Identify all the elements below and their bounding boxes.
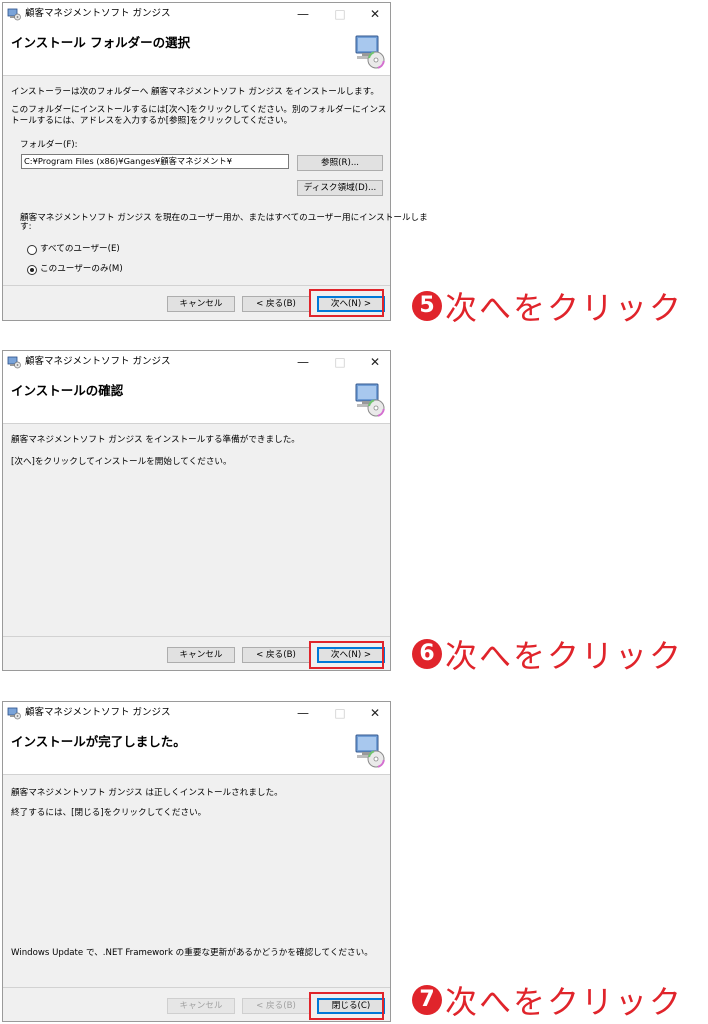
highlight-box: [309, 289, 384, 317]
intro-text: インストーラーは次のフォルダーへ 顧客マネジメントソフト ガンジス をインストー…: [11, 87, 379, 97]
close-window-button[interactable]: ✕: [360, 704, 390, 722]
close-window-button[interactable]: ✕: [360, 353, 390, 371]
back-button[interactable]: < 戻る(B): [242, 647, 310, 663]
title-bar[interactable]: 顧客マネジメントソフト ガンジス — □ ✕: [3, 351, 390, 373]
close-window-button[interactable]: ✕: [360, 5, 390, 23]
radio-this-user-label[interactable]: このユーザーのみ(M): [40, 264, 123, 275]
highlight-box: [309, 641, 384, 669]
step-annotation: 5 次へをクリック: [412, 286, 684, 327]
page-title: インストールの確認: [11, 383, 124, 398]
users-text-1: 顧客マネジメントソフト ガンジス を現在のユーザー用か、またはすべてのユーザー用…: [20, 213, 428, 223]
title-bar[interactable]: 顧客マネジメントソフト ガンジス — □ ✕: [3, 3, 390, 25]
instruction-text-2: トールするには、アドレスを入力するか[参照]をクリックしてください。: [11, 116, 293, 126]
step-annotation: 6 次へをクリック: [412, 634, 684, 675]
installer-window-complete: 顧客マネジメントソフト ガンジス — □ ✕ インストールが完了しました。 顧客…: [2, 701, 391, 1022]
folder-label: フォルダー(F):: [20, 140, 78, 150]
step-number-badge: 5: [412, 291, 442, 321]
step-instruction: 次へをクリック: [445, 983, 684, 1021]
window-title: 顧客マネジメントソフト ガンジス: [25, 356, 171, 367]
radio-all-users-label[interactable]: すべてのユーザー(E): [40, 244, 120, 255]
radio-this-user[interactable]: [27, 265, 37, 275]
installer-app-icon: [7, 707, 21, 720]
maximize-button[interactable]: □: [325, 5, 355, 23]
installer-window-folder: 顧客マネジメントソフト ガンジス — □ ✕ インストール フォルダーの選択 イ…: [2, 2, 428, 321]
installer-app-icon: [7, 8, 21, 21]
footer-divider: [3, 636, 390, 637]
radio-all-users[interactable]: [27, 245, 37, 255]
disk-cost-button[interactable]: ディスク領域(D)...: [297, 180, 383, 196]
dialog-header: インストールが完了しました。: [3, 724, 390, 775]
step-number-badge: 7: [412, 985, 442, 1015]
page-title: インストール フォルダーの選択: [11, 35, 191, 50]
back-button[interactable]: < 戻る(B): [242, 296, 310, 312]
radio-selected-dot: [30, 268, 34, 272]
computer-cd-icon: [355, 734, 385, 768]
instruction-text-1: このフォルダーにインストールするには[次へ]をクリックしてください。別のフォルダ…: [11, 105, 387, 115]
ready-text: 顧客マネジメントソフト ガンジス をインストールする準備ができました。: [11, 435, 300, 445]
step-number-badge: 6: [412, 639, 442, 669]
step-instruction: 次へをクリック: [445, 637, 684, 675]
update-note: Windows Update で、.NET Framework の重要な更新があ…: [11, 948, 373, 958]
window-title: 顧客マネジメントソフト ガンジス: [25, 707, 171, 718]
computer-cd-icon: [355, 35, 385, 69]
instruction-text: 終了するには、[閉じる]をクリックしてください。: [11, 808, 207, 818]
maximize-button[interactable]: □: [325, 704, 355, 722]
minimize-button[interactable]: —: [288, 353, 318, 371]
instruction-text: [次へ]をクリックしてインストールを開始してください。: [11, 457, 232, 467]
back-button[interactable]: < 戻る(B): [242, 998, 310, 1014]
browse-button[interactable]: 参照(R)...: [297, 155, 383, 171]
title-bar[interactable]: 顧客マネジメントソフト ガンジス — □ ✕: [3, 702, 390, 724]
dialog-header: インストール フォルダーの選択: [3, 25, 390, 76]
minimize-button[interactable]: —: [288, 704, 318, 722]
highlight-box: [309, 992, 384, 1020]
step-annotation: 7 次へをクリック: [412, 980, 684, 1021]
cancel-button[interactable]: キャンセル: [167, 998, 235, 1014]
success-text: 顧客マネジメントソフト ガンジス は正しくインストールされました。: [11, 788, 283, 798]
window-title: 顧客マネジメントソフト ガンジス: [25, 8, 171, 19]
installer-app-icon: [7, 356, 21, 369]
computer-cd-icon: [355, 383, 385, 417]
dialog-header: インストールの確認: [3, 373, 390, 424]
step-instruction: 次へをクリック: [445, 289, 684, 327]
maximize-button[interactable]: □: [325, 353, 355, 371]
footer-divider: [3, 285, 390, 286]
footer-divider: [3, 987, 390, 988]
users-text-2: す:: [20, 222, 32, 232]
folder-path-input[interactable]: C:¥Program Files (x86)¥Ganges¥顧客マネジメント¥: [21, 154, 289, 169]
minimize-button[interactable]: —: [288, 5, 318, 23]
cancel-button[interactable]: キャンセル: [167, 296, 235, 312]
installer-window-confirm: 顧客マネジメントソフト ガンジス — □ ✕ インストールの確認 顧客マネジメン…: [2, 350, 391, 671]
cancel-button[interactable]: キャンセル: [167, 647, 235, 663]
page-title: インストールが完了しました。: [11, 734, 186, 749]
